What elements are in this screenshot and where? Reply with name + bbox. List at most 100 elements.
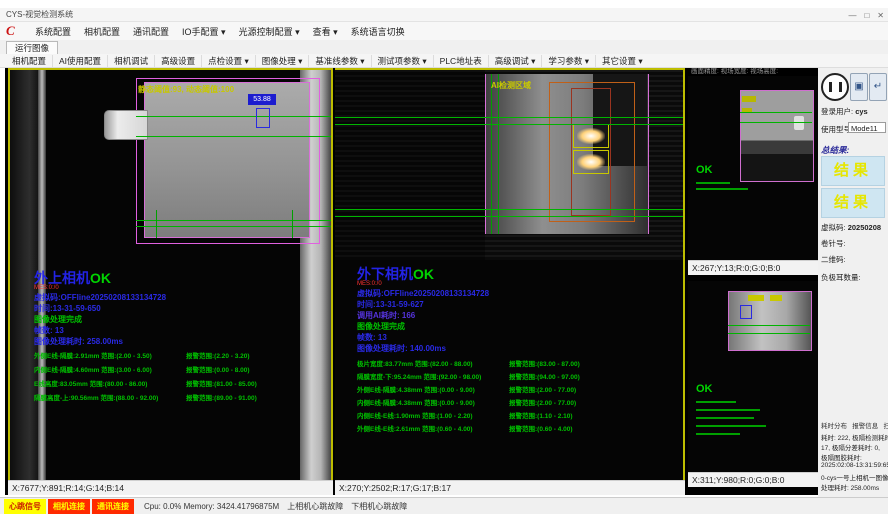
sidebar: ▣ ↵ 登录用户: cys 使用型号: Mode11 总结果: 结果 结果 虚拟…	[818, 68, 888, 497]
processing-done-label: 图像处理完成	[34, 314, 82, 325]
alarm-range: 报警范围:(0.00 - 8.00)	[186, 364, 250, 374]
measurement-value: 外侧E线-E线:2.61mm 范围:(0.60 - 4.00)	[357, 423, 473, 433]
camera-result-status: OK	[90, 270, 111, 286]
camera-icon: ▣	[854, 81, 863, 92]
menu-system-config[interactable]: 系统配置	[35, 25, 71, 38]
ai-region-label: AI检测区域	[491, 80, 531, 91]
toolbar-ai-usage[interactable]: AI使用配置	[52, 55, 107, 67]
measure-line	[728, 325, 810, 326]
close-button[interactable]: ✕	[877, 11, 884, 20]
measurement-row: 隔膜高度-上:90.56mm 范围:(88.00 - 92.00) 报警范围:(…	[34, 392, 333, 405]
toolbar-camera-debug[interactable]: 相机调试	[107, 55, 154, 67]
return-button[interactable]: ↵	[869, 73, 887, 101]
thumb-result-status: OK	[696, 383, 713, 395]
thumb-result-status: OK	[696, 164, 713, 176]
measurement-row: 外侧E线-隔膜:2.91mm 范围:(2.00 - 3.50) 报警范围:(2.…	[34, 350, 333, 363]
camera-thumb-1[interactable]: OK	[688, 76, 818, 260]
menu-light-config[interactable]: 光源控制配置 ▾	[239, 25, 300, 38]
virtual-code-value: 20250208	[848, 223, 881, 232]
heartbeat-status-badge: 心跳信号	[4, 499, 46, 514]
alarm-range: 报警范围:(2.00 - 77.00)	[509, 397, 576, 407]
frame-count-label: 帧数: 13	[34, 325, 64, 336]
measure-line	[740, 112, 812, 113]
measurement-value: 外侧E线-隔膜:4.38mm 范围:(0.00 - 9.00)	[357, 384, 475, 394]
pixel-coords-middle: X:270;Y:2502;R:17;G:17;B:17	[335, 480, 685, 495]
measure-tick	[292, 210, 293, 238]
measure-line	[136, 226, 333, 227]
measurement-value: 隔膜高度-上:90.56mm 范围:(88.00 - 92.00)	[34, 392, 158, 402]
mes-status-label: MES:0:/0	[357, 281, 382, 287]
log-tab-alarm[interactable]: 报警信息	[852, 423, 878, 430]
minimize-button[interactable]: —	[848, 11, 856, 20]
measure-line	[335, 124, 685, 125]
menu-camera-config[interactable]: 相机配置	[84, 25, 120, 38]
time-label: 时间:13-31-59-650	[34, 303, 101, 314]
toolbar-learning-params[interactable]: 学习参数 ▾	[541, 55, 595, 67]
model-input[interactable]: Mode11	[848, 122, 886, 133]
measurement-row: 隔膜宽度-下:95.24mm 范围:(92.00 - 98.00) 报警范围:(…	[357, 371, 685, 384]
measure-line	[136, 136, 333, 137]
menu-view[interactable]: 查看 ▾	[313, 25, 338, 38]
measurement-row: 内侧E线-E线:1.90mm 范围:(1.00 - 2.20) 报警范围:(1.…	[357, 410, 685, 423]
main-view-area: 静态阈值:93, 动态阈值:100 53.88 外上相机OK MES:0:/0 …	[5, 68, 818, 495]
menu-language-switch[interactable]: 系统语言切换	[351, 25, 405, 38]
window-controls: — □ ✕	[848, 8, 884, 22]
toolbar-other-settings[interactable]: 其它设置 ▾	[595, 55, 649, 67]
overlay-text-line	[696, 401, 736, 403]
snapshot-button[interactable]: ▣	[850, 73, 868, 101]
toolbar-spotcheck[interactable]: 点检设置 ▾	[201, 55, 255, 67]
measurement-row: 内侧E线-隔膜:4.38mm 范围:(0.00 - 9.00) 报警范围:(2.…	[357, 397, 685, 410]
toolbar-plc-address[interactable]: PLC地址表	[433, 55, 488, 67]
camera-thumb-2[interactable]: OK	[688, 281, 818, 472]
status-bar: 心跳信号 相机连接 通讯连接 Cpu: 0.0% Memory: 3424.41…	[0, 497, 888, 514]
toolbar-advanced-debug[interactable]: 高级调试 ▾	[488, 55, 542, 67]
app-window: CYS-视觉检测系统 — □ ✕ C 系统配置 相机配置 通讯配置 IO手配置 …	[0, 0, 888, 522]
log-tab-timing[interactable]: 耗时分布	[821, 423, 847, 430]
thumb-part-image	[740, 90, 814, 182]
alarm-range: 报警范围:(0.60 - 4.00)	[509, 423, 573, 433]
elapsed-label: 图像处理耗时: 258.00ms	[34, 336, 123, 347]
processing-done-label: 图像处理完成	[357, 321, 405, 332]
toolbar-advanced-settings[interactable]: 高级设置	[154, 55, 201, 67]
ai-time-label: 调用AI耗时: 166	[357, 310, 415, 321]
window-title: CYS-视觉检测系统	[6, 10, 73, 19]
return-icon: ↵	[874, 81, 882, 92]
pause-icon	[829, 82, 842, 92]
measurement-row: 极片宽度:83.77mm 范围:(82.00 - 88.00) 报警范围:(83…	[357, 358, 685, 371]
measure-line	[335, 216, 685, 217]
measure-line	[335, 117, 685, 118]
measure-line	[728, 333, 810, 334]
overlay-tag	[748, 295, 764, 301]
thumbnail-header: 画面精度: 视场宽度: 视场高度:	[688, 68, 818, 76]
tab-run-image[interactable]: 运行图像	[6, 41, 58, 55]
toolbar-baseline-params[interactable]: 基准线参数 ▾	[308, 55, 370, 67]
camera-view-lower[interactable]: AI检测区域 外下相机OK MES:0:/0 虚拟码:OFFline202502…	[335, 68, 685, 480]
measurement-value: 内侧E线-隔膜:4.38mm 范围:(0.00 - 9.00)	[357, 397, 475, 407]
roi-rectangle-blue	[256, 108, 270, 128]
toolbar-camera-config[interactable]: 相机配置	[6, 55, 52, 67]
machine-shadow	[335, 70, 485, 260]
pause-button[interactable]	[821, 73, 849, 101]
alarm-range: 报警范围:(94.00 - 97.00)	[509, 371, 580, 381]
log-tab-scan[interactable]: 扫码信息	[883, 423, 888, 430]
camera-connection-badge: 相机连接	[48, 499, 90, 514]
app-logo-icon: C	[6, 24, 22, 38]
log-line: 耗时: 222, 极隔检测耗时:	[821, 432, 888, 442]
toolbar-image-processing[interactable]: 图像处理 ▾	[255, 55, 309, 67]
total-result-label: 总结果:	[821, 144, 849, 156]
overlay-tag	[742, 96, 756, 102]
login-user-label: 登录用户:	[821, 107, 853, 116]
menu-comm-config[interactable]: 通讯配置	[133, 25, 169, 38]
menu-io-config[interactable]: IO手配置 ▾	[182, 25, 226, 38]
log-tab-strip: 耗时分布 报警信息 扫码信息	[821, 420, 888, 430]
overlay-text-line	[696, 417, 754, 419]
camera-view-upper[interactable]: 静态阈值:93, 动态阈值:100 53.88 外上相机OK MES:0:/0 …	[8, 68, 333, 480]
alarm-range: 报警范围:(2.20 - 3.20)	[186, 350, 250, 360]
camera-name: 外下相机	[357, 266, 413, 282]
toolbar-test-params[interactable]: 测试项参数 ▾	[371, 55, 433, 67]
log-line: 2025:02:08-13:31:59:65	[821, 462, 888, 469]
measurement-row: E线高度:83.05mm 范围:(80.00 - 86.00) 报警范围:(81…	[34, 378, 333, 391]
cpu-memory-status: Cpu: 0.0% Memory: 3424.41796875M	[144, 502, 279, 511]
login-user-row: 登录用户: cys	[821, 106, 868, 117]
maximize-button[interactable]: □	[864, 11, 869, 20]
